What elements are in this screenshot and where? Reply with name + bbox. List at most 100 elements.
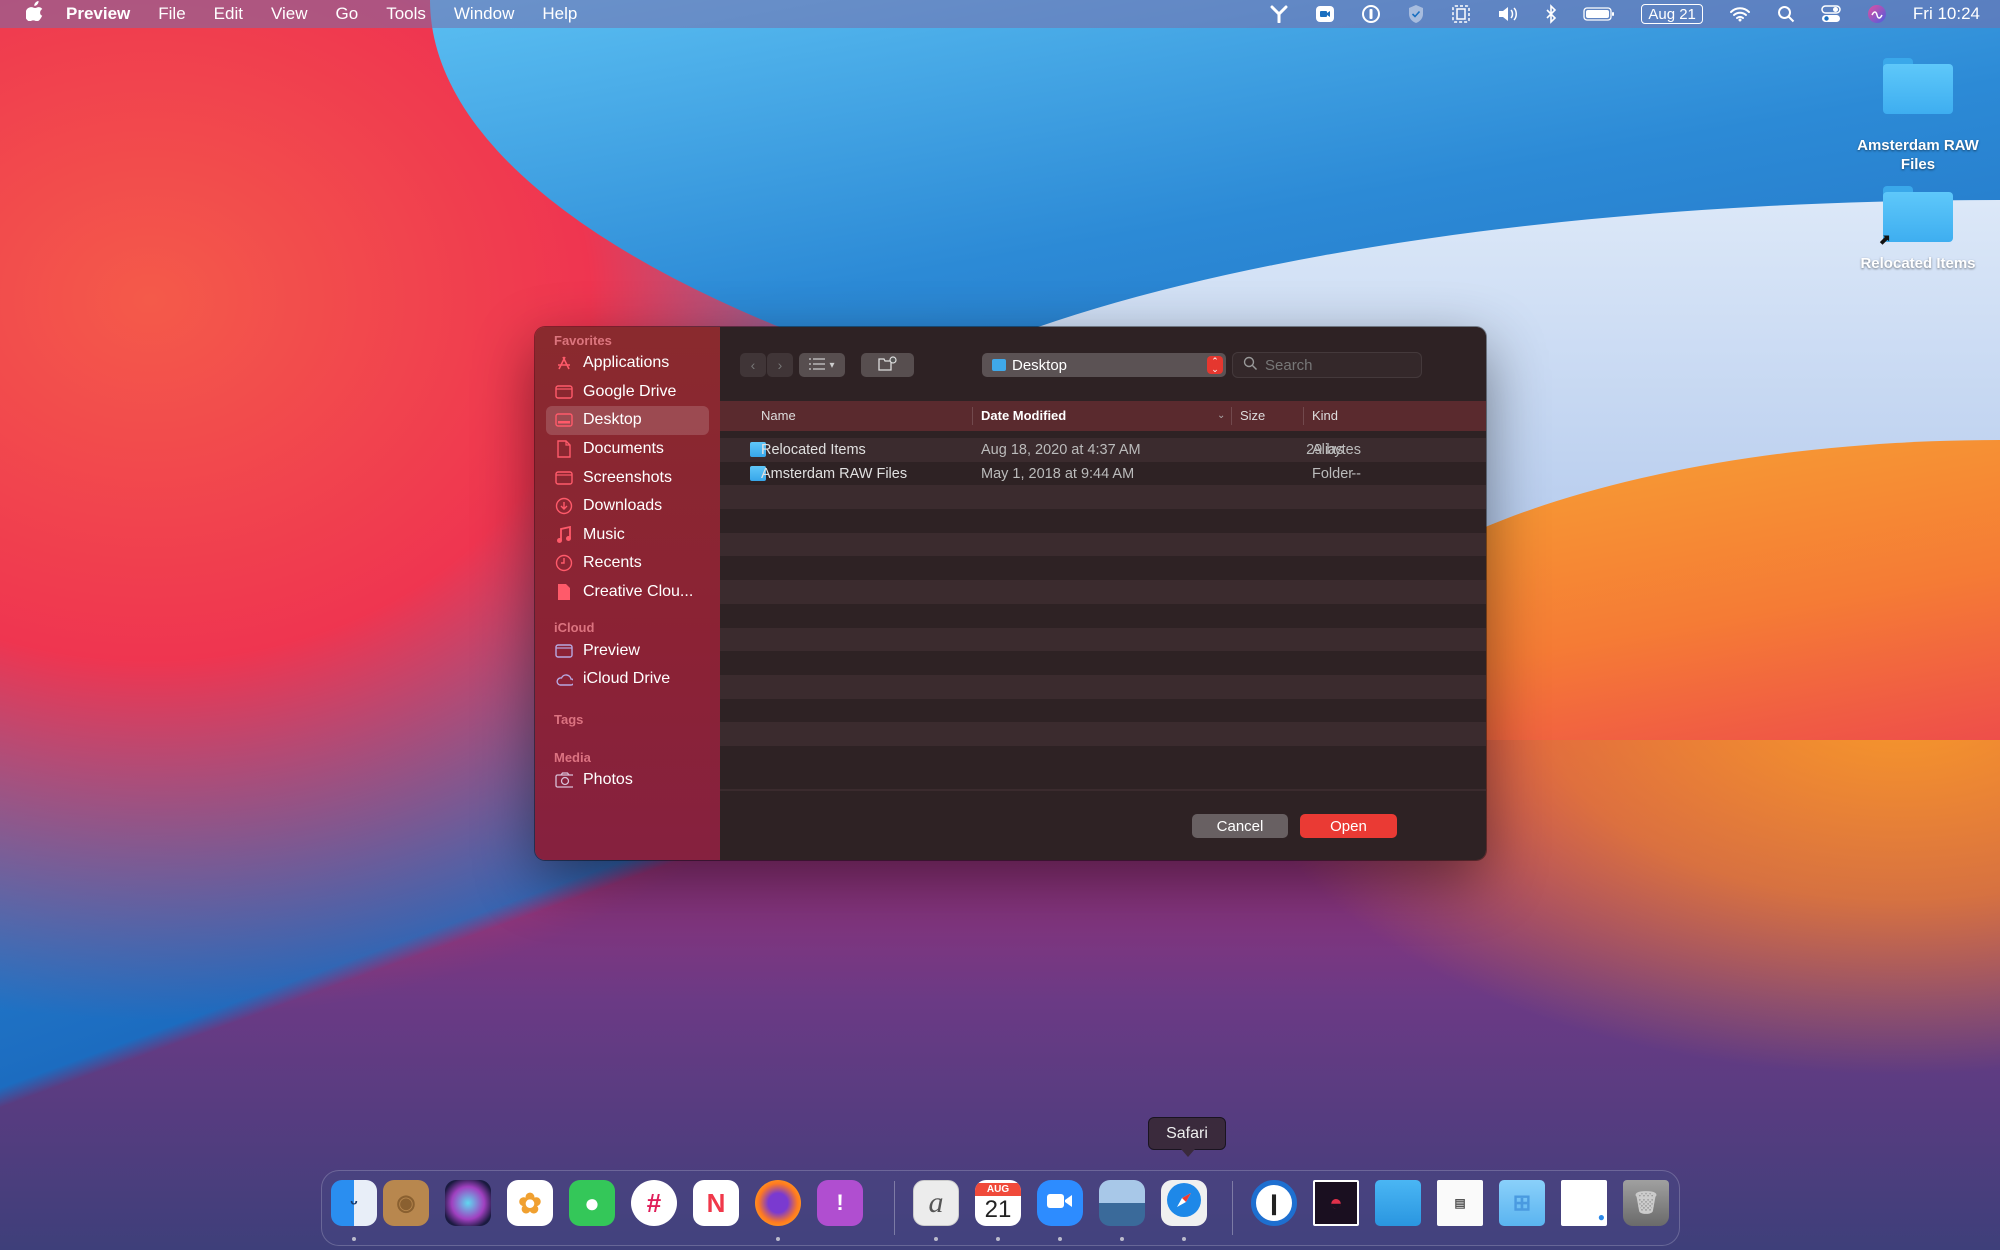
sidebar-item-google-drive[interactable]: Google Drive bbox=[535, 378, 720, 407]
menu-file[interactable]: File bbox=[158, 4, 185, 24]
empty-row bbox=[720, 509, 1486, 533]
menu-view[interactable]: View bbox=[271, 4, 308, 24]
finder-icon: ᵕ bbox=[350, 1192, 358, 1213]
dock-trash[interactable]: 🗑 bbox=[1623, 1180, 1669, 1226]
menu-window[interactable]: Window bbox=[454, 4, 514, 24]
siri-icon[interactable] bbox=[1867, 4, 1887, 24]
file-row-amsterdam-raw-files[interactable]: Amsterdam RAW Files May 1, 2018 at 9:44 … bbox=[720, 462, 1486, 486]
open-button[interactable]: Open bbox=[1300, 814, 1397, 838]
control-center-icon[interactable] bbox=[1821, 5, 1841, 23]
back-button[interactable]: ‹ bbox=[740, 353, 766, 377]
divider bbox=[720, 789, 1486, 791]
sidebar-item-screenshots[interactable]: Screenshots bbox=[535, 463, 720, 492]
battery-icon[interactable] bbox=[1583, 6, 1615, 22]
menu-edit[interactable]: Edit bbox=[214, 4, 243, 24]
column-size[interactable]: Size bbox=[1240, 408, 1265, 423]
yubikey-icon[interactable] bbox=[1269, 5, 1289, 23]
bluetooth-icon[interactable] bbox=[1545, 4, 1557, 24]
spotlight-search-icon[interactable] bbox=[1777, 5, 1795, 23]
apple-menu-icon[interactable] bbox=[25, 1, 44, 27]
dock-finder[interactable]: ᵕ bbox=[331, 1180, 377, 1226]
volume-icon[interactable] bbox=[1497, 5, 1519, 23]
sidebar-item-icloud-drive[interactable]: iCloud Drive bbox=[535, 665, 720, 694]
forward-button[interactable]: › bbox=[767, 353, 793, 377]
dock-preview[interactable] bbox=[1099, 1180, 1145, 1226]
sidebar-item-label: Google Drive bbox=[583, 382, 677, 400]
empty-row bbox=[720, 674, 1486, 699]
dock-screen-recording-folder[interactable]: ◓ bbox=[1313, 1180, 1359, 1226]
sidebar-item-label: Downloads bbox=[583, 497, 663, 515]
search-placeholder: Search bbox=[1265, 356, 1313, 374]
sidebar-item-desktop[interactable]: Desktop bbox=[546, 406, 709, 435]
1password-icon[interactable] bbox=[1361, 4, 1381, 24]
dock-news[interactable]: N bbox=[693, 1180, 739, 1226]
file-list: Relocated Items Aug 18, 2020 at 4:37 AM … bbox=[720, 438, 1486, 770]
dock-calendar[interactable]: AUG 21 bbox=[975, 1180, 1021, 1226]
menu-help[interactable]: Help bbox=[542, 4, 577, 24]
menu-bar: Preview File Edit View Go Tools Window H… bbox=[0, 0, 2000, 28]
dock-zoom[interactable] bbox=[1037, 1180, 1083, 1226]
dock-photos[interactable]: ✿ bbox=[507, 1180, 553, 1226]
sidebar-item-downloads[interactable]: Downloads bbox=[535, 492, 720, 521]
folder-icon bbox=[1883, 58, 1953, 114]
dock-windows-folder[interactable]: ⊞ bbox=[1499, 1180, 1545, 1226]
dock-safari[interactable] bbox=[1161, 1180, 1207, 1226]
shield-icon[interactable] bbox=[1407, 4, 1425, 24]
column-kind[interactable]: Kind bbox=[1312, 408, 1338, 423]
screenshot-icon[interactable] bbox=[1451, 4, 1471, 24]
empty-row bbox=[720, 604, 1486, 628]
dock-folder[interactable] bbox=[1375, 1180, 1421, 1226]
slack-icon: # bbox=[646, 1187, 662, 1218]
empty-row bbox=[720, 532, 1486, 557]
clock[interactable]: Fri 10:24 bbox=[1913, 4, 1980, 24]
sidebar-item-creative-cloud[interactable]: Creative Clou... bbox=[535, 578, 720, 607]
file-row-relocated-items[interactable]: Relocated Items Aug 18, 2020 at 4:37 AM … bbox=[720, 438, 1486, 462]
view-mode-button[interactable]: ▾ bbox=[799, 353, 845, 377]
sidebar-item-photos[interactable]: Photos bbox=[535, 766, 720, 795]
list-view-icon bbox=[809, 357, 826, 373]
dock-firefox[interactable] bbox=[755, 1180, 801, 1226]
column-name[interactable]: Name bbox=[761, 408, 796, 423]
running-indicator bbox=[996, 1237, 1000, 1241]
file-browser: ‹ › ▾ Desktop ⌃ ⌄ Search Name Date Modifi bbox=[720, 327, 1486, 860]
dock-slack[interactable]: # bbox=[631, 1180, 677, 1226]
sidebar-item-documents[interactable]: Documents bbox=[535, 435, 720, 464]
location-popup[interactable]: Desktop ⌃ ⌄ bbox=[982, 353, 1226, 377]
location-label: Desktop bbox=[1012, 356, 1068, 374]
dock-document-stack[interactable]: ▤ bbox=[1437, 1180, 1483, 1226]
dock-1password[interactable]: ❙ bbox=[1251, 1180, 1297, 1226]
menu-tools[interactable]: Tools bbox=[386, 4, 426, 24]
menu-go[interactable]: Go bbox=[336, 4, 359, 24]
wifi-icon[interactable] bbox=[1729, 6, 1751, 22]
applications-icon bbox=[555, 354, 573, 372]
dock-siri[interactable] bbox=[445, 1180, 491, 1226]
dock-contacts[interactable]: ◉ bbox=[383, 1180, 429, 1226]
new-folder-icon bbox=[877, 355, 898, 375]
new-folder-button[interactable] bbox=[861, 353, 914, 377]
menu-app-name[interactable]: Preview bbox=[66, 4, 130, 24]
sidebar-item-applications[interactable]: Applications bbox=[535, 349, 720, 378]
dock-script-editor[interactable]: a bbox=[913, 1180, 959, 1226]
dock-safari-window[interactable]: ● bbox=[1561, 1180, 1607, 1226]
folder-icon bbox=[992, 359, 1006, 371]
dock-messages[interactable]: ● bbox=[569, 1180, 615, 1226]
desktop-icon-relocated-items[interactable]: ⬈ Relocated Items bbox=[1853, 186, 1983, 272]
zoom-icon[interactable] bbox=[1315, 5, 1335, 23]
dock-feedback-assistant[interactable]: ! bbox=[817, 1180, 863, 1226]
sidebar-item-label: Preview bbox=[583, 641, 640, 659]
1password-icon: ❙ bbox=[1265, 1192, 1283, 1215]
file-name: Relocated Items bbox=[761, 441, 866, 458]
chevron-left-icon: ‹ bbox=[750, 357, 756, 373]
sidebar-item-recents[interactable]: Recents bbox=[535, 549, 720, 578]
search-field[interactable]: Search bbox=[1232, 352, 1422, 378]
sidebar-item-label: Screenshots bbox=[583, 468, 672, 486]
date-badge[interactable]: Aug 21 bbox=[1641, 4, 1703, 24]
sort-chevron-icon: ⌄ bbox=[1217, 410, 1226, 421]
sidebar-item-preview[interactable]: Preview bbox=[535, 636, 720, 665]
cancel-button[interactable]: Cancel bbox=[1192, 814, 1288, 838]
sidebar-item-label: Creative Clou... bbox=[583, 583, 694, 601]
desktop-icon-amsterdam-raw-files[interactable]: Amsterdam RAW Files bbox=[1853, 58, 1983, 174]
sidebar-item-label: Music bbox=[583, 525, 625, 543]
sidebar-item-music[interactable]: Music bbox=[535, 521, 720, 550]
column-date-modified[interactable]: Date Modified bbox=[981, 408, 1066, 423]
